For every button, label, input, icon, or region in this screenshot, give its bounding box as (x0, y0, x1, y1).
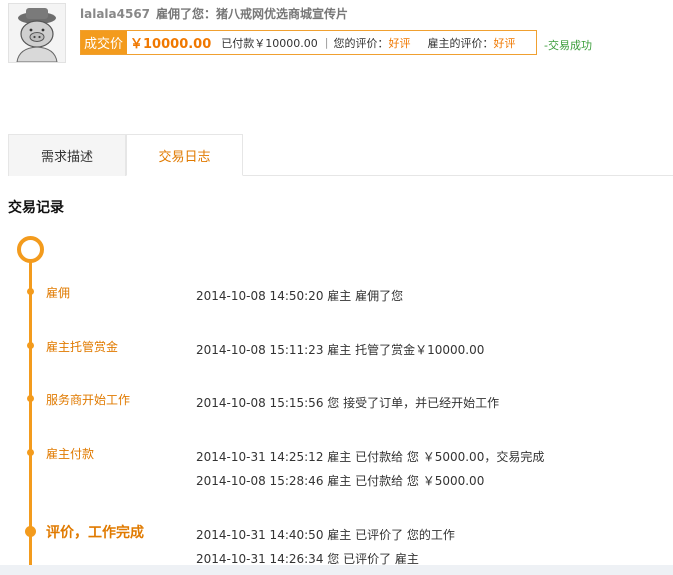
timeline-dot (27, 342, 34, 349)
trade-status: -交易成功 (544, 39, 592, 52)
timeline-stage: 雇佣 (46, 286, 71, 300)
tab-transaction-log[interactable]: 交易日志 (126, 134, 243, 176)
timeline-log-entry: 2014-10-08 14:50:20 雇主 雇佣了您 (196, 289, 404, 303)
tab-requirement-description[interactable]: 需求描述 (8, 134, 126, 176)
timeline-dot (27, 395, 34, 402)
paid-amount: 已付款￥10000.00 (221, 36, 318, 50)
divider: | (324, 36, 329, 49)
timeline-start-marker (17, 236, 44, 263)
employer-avatar[interactable] (8, 3, 66, 63)
employer-username[interactable]: lalala4567 (80, 7, 150, 21)
timeline-log-entry: 2014-10-31 14:40:50 雇主 已评价了 您的工作 (196, 528, 455, 542)
bottom-scroll-strip (0, 565, 673, 575)
timeline-log-entry: 2014-10-31 14:25:12 雇主 已付款给 您 ￥5000.00，交… (196, 450, 545, 464)
my-rating-label: 您的评价： (333, 36, 389, 50)
timeline-dot (27, 288, 34, 295)
tab-bar: 需求描述 交易日志 (8, 134, 673, 176)
employer-rating-label: 雇主的评价： (427, 36, 494, 50)
timeline-log-entry: 2014-10-08 15:15:56 您 接受了订单，并已经开始工作 (196, 396, 500, 410)
section-title: 交易记录 (8, 200, 64, 216)
deal-summary-box: 成交价 ￥10000.00 已付款￥10000.00 | 您的评价： 好评 雇主的… (80, 30, 537, 55)
timeline-log-entry: 2014-10-08 15:11:23 雇主 托管了赏金￥10000.00 (196, 343, 485, 357)
timeline-stage: 服务商开始工作 (46, 393, 131, 407)
timeline-dot (27, 449, 34, 456)
timeline-stage: 评价，工作完成 (46, 525, 144, 541)
timeline-log-entry: 2014-10-08 15:28:46 雇主 已付款给 您 ￥5000.00 (196, 474, 485, 488)
my-rating-value: 好评 (388, 36, 411, 50)
employer-rating-value: 好评 (493, 36, 516, 50)
deal-price-label: 成交价 (81, 31, 128, 54)
pig-avatar-icon (9, 4, 65, 62)
timeline-dot (25, 526, 36, 537)
timeline-stage: 雇主付款 (46, 447, 95, 461)
deal-price-value: ￥10000.00 (130, 37, 212, 52)
timeline-stage: 雇主托管赏金 (46, 340, 119, 354)
order-title: lalala4567 雇佣了您：猪八戒网优选商城宣传片 (80, 5, 348, 22)
order-description: 雇佣了您：猪八戒网优选商城宣传片 (156, 7, 349, 21)
